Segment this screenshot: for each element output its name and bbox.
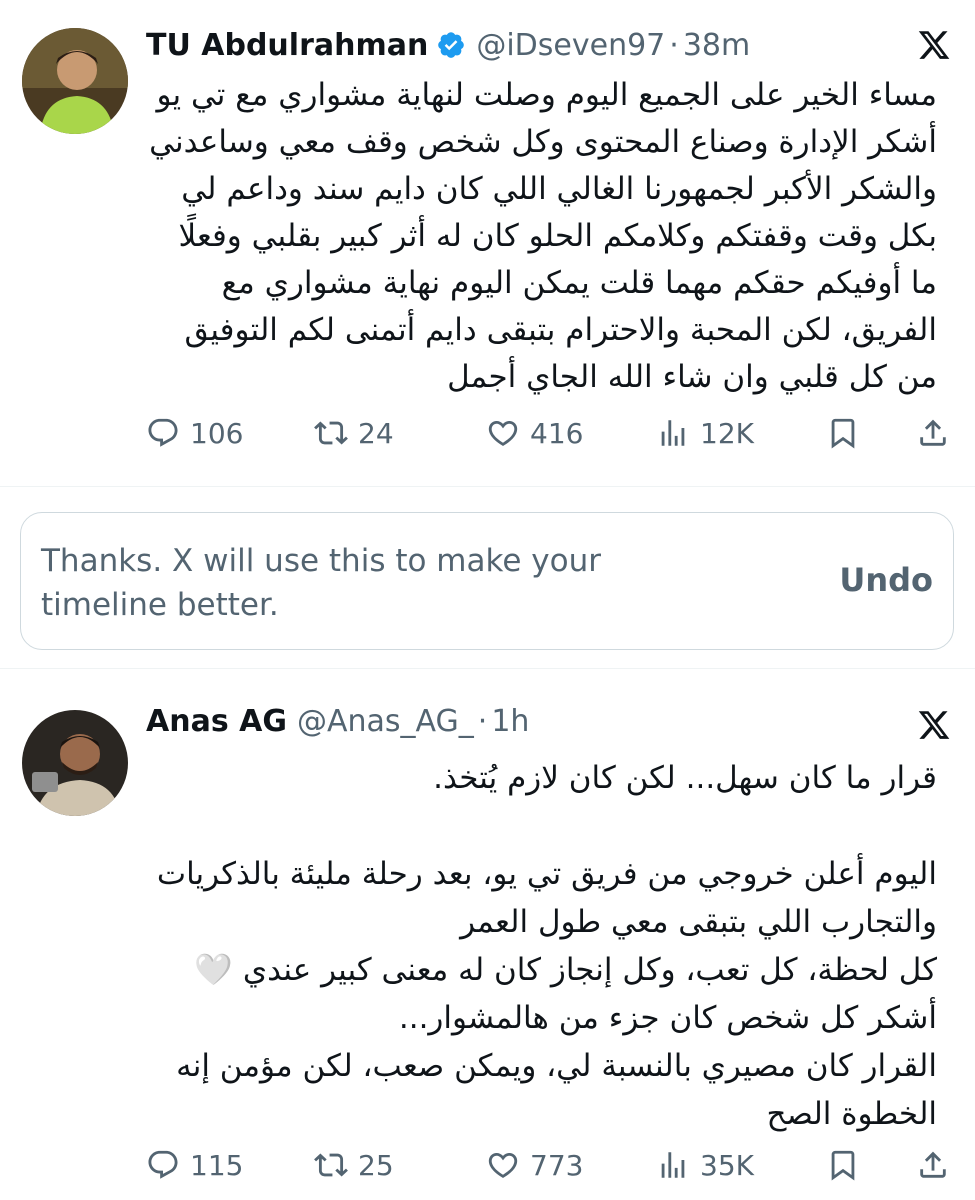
- undo-button[interactable]: Undo: [839, 561, 933, 599]
- tweet-2[interactable]: Anas AG @Anas_AG_ · 1h قرار ما كان سهل..…: [0, 668, 975, 1200]
- reply-button[interactable]: 106: [146, 416, 243, 450]
- views-icon: [661, 1152, 685, 1178]
- divider: [0, 486, 975, 487]
- tweet-text: قرار ما كان سهل... لكن كان لازم يُتخذ. ا…: [156, 760, 937, 1132]
- views-button[interactable]: 12K: [656, 416, 754, 450]
- x-logo-icon: [918, 31, 950, 59]
- bookmark-icon: [831, 418, 855, 449]
- tweet-header: TU Abdulrahman @iDseven97 · 38m: [146, 24, 895, 66]
- reply-count: 106: [190, 416, 244, 450]
- avatar[interactable]: [22, 710, 128, 816]
- avatar-photo: [22, 28, 128, 134]
- separator-dot: ·: [477, 704, 488, 739]
- tweet-actions: 115 25 773 35K: [146, 1142, 955, 1188]
- like-count: 416: [530, 416, 584, 450]
- reply-icon: [148, 1150, 178, 1179]
- author-handle[interactable]: @iDseven97: [476, 28, 665, 63]
- timestamp[interactable]: 1h: [491, 704, 529, 739]
- avatar-photo: [22, 710, 128, 816]
- views-button[interactable]: 35K: [656, 1148, 754, 1182]
- bookmark-button[interactable]: [826, 416, 860, 450]
- reply-icon: [148, 418, 178, 447]
- reply-count: 115: [190, 1148, 244, 1182]
- retweet-count: 24: [358, 416, 394, 450]
- feedback-notice: Thanks. X will use this to make your tim…: [20, 512, 954, 650]
- retweet-icon: [314, 421, 348, 445]
- reply-button[interactable]: 115: [146, 1148, 243, 1182]
- retweet-button[interactable]: 25: [314, 1148, 394, 1182]
- verified-badge-icon: [438, 32, 465, 58]
- author-name[interactable]: Anas AG: [146, 704, 287, 739]
- separator-dot: ·: [669, 27, 679, 63]
- feedback-message: Thanks. X will use this to make your tim…: [41, 543, 601, 623]
- heart-icon: [488, 420, 518, 446]
- views-icon: [661, 420, 685, 446]
- like-count: 773: [530, 1148, 584, 1182]
- like-button[interactable]: 773: [486, 1148, 583, 1182]
- avatar[interactable]: [22, 28, 128, 134]
- bookmark-button[interactable]: [826, 1148, 860, 1182]
- share-icon: [920, 419, 946, 446]
- bookmark-icon: [831, 1150, 855, 1181]
- share-button[interactable]: [916, 416, 950, 450]
- views-count: 12K: [700, 416, 754, 450]
- timestamp[interactable]: 38m: [683, 28, 750, 63]
- tweet-1[interactable]: TU Abdulrahman @iDseven97 · 38m مساء الخ…: [0, 0, 975, 486]
- author-handle[interactable]: @Anas_AG_: [297, 704, 474, 739]
- retweet-icon: [314, 1153, 348, 1177]
- retweet-count: 25: [358, 1148, 394, 1182]
- tweet-header: Anas AG @Anas_AG_ · 1h: [146, 704, 895, 739]
- tweet-actions: 106 24 416 12K: [146, 410, 955, 456]
- heart-icon: [488, 1152, 518, 1178]
- like-button[interactable]: 416: [486, 416, 583, 450]
- x-logo-icon: [918, 711, 950, 739]
- share-icon: [920, 1151, 946, 1178]
- share-button[interactable]: [916, 1148, 950, 1182]
- tweet-text: مساء الخير على الجميع اليوم وصلت لنهاية …: [139, 77, 937, 395]
- author-name[interactable]: TU Abdulrahman: [146, 28, 428, 63]
- retweet-button[interactable]: 24: [314, 416, 394, 450]
- views-count: 35K: [700, 1148, 754, 1182]
